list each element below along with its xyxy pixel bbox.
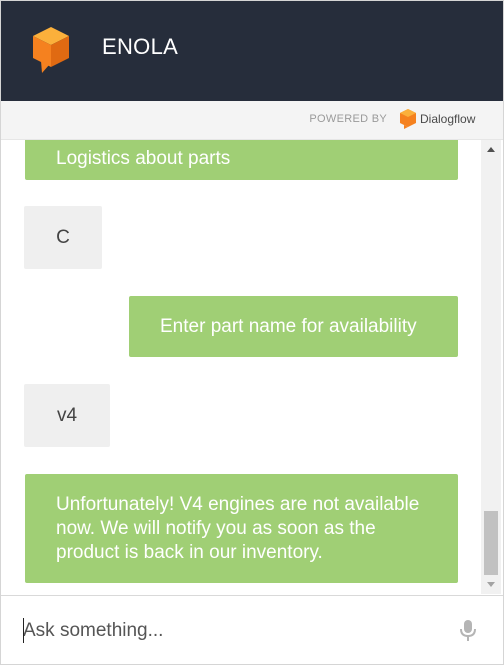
chat-header: ENOLA	[1, 1, 503, 101]
scrollbar-thumb[interactable]	[484, 511, 498, 575]
bot-message-text: Enter part name for availability	[160, 316, 417, 337]
dialogflow-brand: Dialogflow	[420, 112, 476, 126]
bot-message-text: Logistics about parts	[56, 148, 231, 169]
powered-by-label: POWERED BY	[309, 113, 387, 125]
cube-chat-icon	[33, 27, 69, 73]
text-caret	[23, 618, 24, 643]
scroll-down-button[interactable]	[481, 576, 501, 594]
dialogflow-icon	[400, 109, 416, 129]
message-input-bar	[1, 595, 503, 664]
message-list: Logistics about parts C Enter part name …	[1, 140, 481, 594]
bot-message-text: Unfortunately! V4 engines are not availa…	[56, 494, 420, 563]
bot-name: ENOLA	[102, 34, 179, 59]
chevron-up-icon	[487, 147, 495, 152]
user-message: v4	[24, 384, 110, 447]
bot-message: Logistics about parts	[25, 140, 458, 180]
user-message: C	[24, 206, 102, 269]
chat-widget: ENOLA POWERED BY Dialogflow Logistics ab…	[0, 0, 504, 665]
message-input[interactable]	[23, 616, 433, 646]
bot-message: Unfortunately! V4 engines are not availa…	[25, 474, 458, 583]
scroll-up-button[interactable]	[481, 140, 501, 158]
microphone-icon[interactable]	[459, 620, 477, 642]
user-message-text: v4	[56, 405, 78, 426]
chevron-down-icon	[487, 582, 495, 587]
bot-message: Enter part name for availability	[129, 296, 458, 357]
user-message-text: C	[56, 227, 70, 248]
scrollbar[interactable]	[481, 140, 501, 594]
